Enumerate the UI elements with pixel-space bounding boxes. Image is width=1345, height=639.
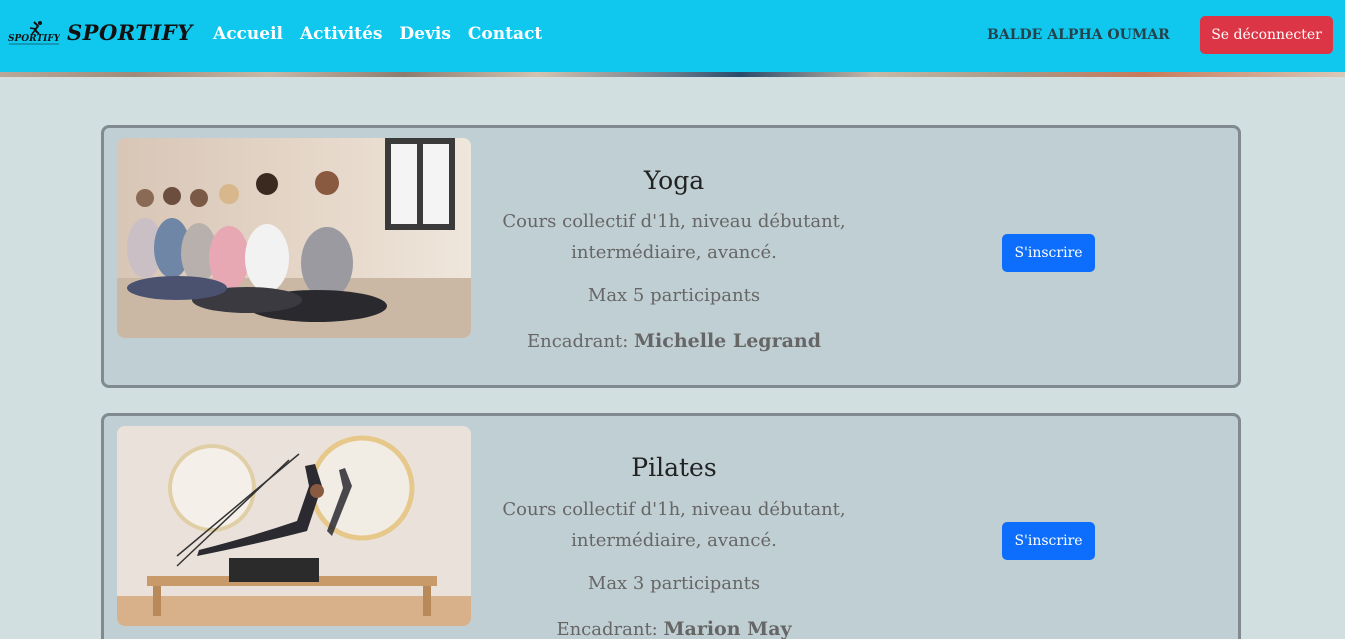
activity-coach: Encadrant: Marion May <box>494 618 854 639</box>
main-nav: Accueil Activités Devis Contact <box>213 24 542 44</box>
coach-label: Encadrant: <box>526 331 629 352</box>
logout-button[interactable]: Se déconnecter <box>1200 16 1333 54</box>
activity-title: Yoga <box>643 166 705 195</box>
coach-name: Marion May <box>663 618 792 639</box>
sportify-logo[interactable]: SPORTIFY <box>8 20 60 46</box>
activity-card-pilates: Pilates Cours collectif d'1h, niveau déb… <box>101 413 1241 639</box>
nav-link-accueil[interactable]: Accueil <box>213 24 283 44</box>
user-name: BALDE ALPHA OUMAR <box>987 27 1170 43</box>
navbar: SPORTIFY SPORTIFY Accueil Activités Devi… <box>0 0 1345 72</box>
coach-name: Michelle Legrand <box>634 330 822 352</box>
activity-max-participants: Max 5 participants <box>587 285 761 306</box>
enroll-button-yoga[interactable]: S'inscrire <box>1002 234 1095 272</box>
activity-description: Cours collectif d'1h, niveau débutant, i… <box>502 499 846 551</box>
pilates-image <box>117 426 471 626</box>
activity-max-participants: Max 3 participants <box>587 573 761 594</box>
activity-description: Cours collectif d'1h, niveau débutant, i… <box>502 211 846 263</box>
enroll-button-pilates[interactable]: S'inscrire <box>1002 522 1095 560</box>
coach-label: Encadrant: <box>556 619 658 639</box>
yoga-image <box>117 138 471 338</box>
logo-text: SPORTIFY <box>8 34 60 44</box>
nav-link-devis[interactable]: Devis <box>399 24 450 44</box>
nav-link-contact[interactable]: Contact <box>468 24 542 44</box>
activity-card-yoga: Yoga Cours collectif d'1h, niveau débuta… <box>101 125 1241 388</box>
activity-title: Pilates <box>631 453 717 482</box>
activity-coach: Encadrant: Michelle Legrand <box>494 330 854 352</box>
brand-name[interactable]: SPORTIFY <box>67 20 193 45</box>
nav-link-activites[interactable]: Activités <box>300 24 382 44</box>
hero-image-strip <box>0 72 1345 77</box>
